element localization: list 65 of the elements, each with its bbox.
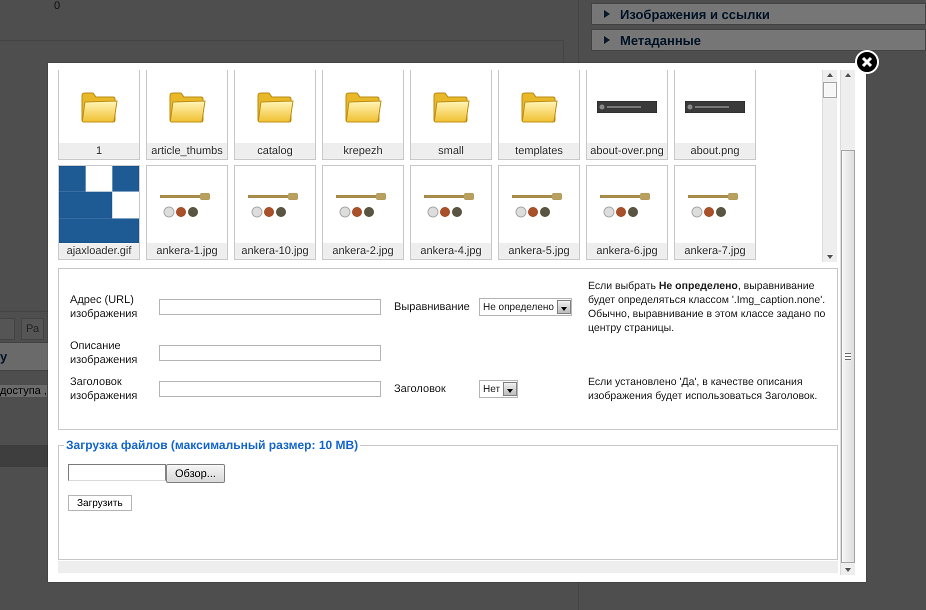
expand-icon bbox=[604, 10, 610, 18]
image-item[interactable]: ankera-4.jpg bbox=[410, 165, 492, 260]
description-field[interactable] bbox=[159, 345, 381, 361]
image-item[interactable]: ankera-7.jpg bbox=[674, 165, 756, 260]
folder-icon bbox=[432, 90, 470, 124]
close-icon[interactable] bbox=[855, 50, 879, 74]
file-name: 1 bbox=[59, 143, 139, 159]
folder-icon bbox=[256, 90, 294, 124]
image-item[interactable]: ankera-6.jpg bbox=[586, 165, 668, 260]
panel-title: Изображения и ссылки bbox=[620, 6, 770, 22]
folder-item[interactable]: catalog bbox=[234, 70, 316, 160]
file-name: ankera-10.jpg bbox=[235, 243, 315, 259]
help-text: Если выбрать Не определено, выравнивание будет определяться классом '.Img_caption.none'. Обычно, выравнивание в этом классе задано по центру страницы. bbox=[588, 279, 826, 335]
file-name: about-over.png bbox=[587, 143, 667, 159]
file-name: article_thumbs bbox=[147, 143, 227, 159]
folder-icon bbox=[344, 90, 382, 124]
url-field[interactable] bbox=[159, 299, 381, 315]
image-item[interactable]: ankera-2.jpg bbox=[322, 165, 404, 260]
title-field[interactable] bbox=[159, 381, 381, 397]
file-name: krepezh bbox=[323, 143, 403, 159]
image-item[interactable]: ankera-5.jpg bbox=[498, 165, 580, 260]
folder-item[interactable]: article_thumbs bbox=[146, 70, 228, 160]
file-name: small bbox=[411, 143, 491, 159]
counter-text: 0 bbox=[54, 0, 60, 12]
align-select[interactable]: Не определено bbox=[479, 298, 572, 316]
caption-select[interactable]: Нет bbox=[479, 380, 518, 398]
upload-button[interactable]: Загрузить bbox=[68, 495, 132, 511]
accordion-panel[interactable]: Изображения и ссылки bbox=[591, 3, 926, 25]
file-name: ankera-2.jpg bbox=[323, 243, 403, 259]
image-item[interactable]: ankera-1.jpg bbox=[146, 165, 228, 260]
help-text: Если установлено 'Да', в качестве описания изображения будет использоваться Заголовок. bbox=[588, 375, 818, 403]
folder-item[interactable]: krepezh bbox=[322, 70, 404, 160]
file-name: catalog bbox=[235, 143, 315, 159]
image-item[interactable]: about.png bbox=[674, 70, 756, 160]
image-item[interactable]: about-over.png bbox=[586, 70, 668, 160]
field-label: Описание изображения bbox=[70, 339, 138, 367]
field-label: доступа , bbox=[0, 385, 47, 397]
expand-icon bbox=[604, 36, 610, 44]
browse-button[interactable]: Обзор... bbox=[166, 464, 225, 483]
file-name: ankera-4.jpg bbox=[411, 243, 491, 259]
field-label: Заголовок bbox=[394, 383, 447, 395]
image-item[interactable]: ajaxloader.gif bbox=[58, 165, 140, 260]
file-name: ajaxloader.gif bbox=[59, 243, 139, 259]
folder-icon bbox=[168, 90, 206, 124]
file-name: ankera-6.jpg bbox=[587, 243, 667, 259]
folder-icon bbox=[80, 90, 118, 124]
file-name: templates bbox=[499, 143, 579, 159]
upload-legend: Загрузка файлов (максимальный размер: 10 MB) bbox=[64, 438, 360, 452]
image-item[interactable]: ankera-10.jpg bbox=[234, 165, 316, 260]
file-name: ankera-5.jpg bbox=[499, 243, 579, 259]
folder-item[interactable]: templates bbox=[498, 70, 580, 160]
folder-item[interactable]: 1 bbox=[58, 70, 140, 160]
folder-icon bbox=[520, 90, 558, 124]
file-name: ankera-1.jpg bbox=[147, 243, 227, 259]
folder-item[interactable]: small bbox=[410, 70, 492, 160]
scrollbar[interactable] bbox=[840, 70, 855, 575]
panel-title: Метаданные bbox=[620, 32, 702, 48]
file-field[interactable] bbox=[68, 464, 166, 481]
field-label: Адрес (URL) изображения bbox=[70, 293, 138, 321]
field-label: Заголовок изображения bbox=[70, 375, 138, 403]
accordion-panel[interactable]: Метаданные bbox=[591, 29, 926, 51]
scrollbar[interactable] bbox=[822, 70, 837, 262]
file-name: about.png bbox=[675, 143, 755, 159]
field-label: Выравнивание bbox=[394, 301, 471, 313]
file-name: ankera-7.jpg bbox=[675, 243, 755, 259]
